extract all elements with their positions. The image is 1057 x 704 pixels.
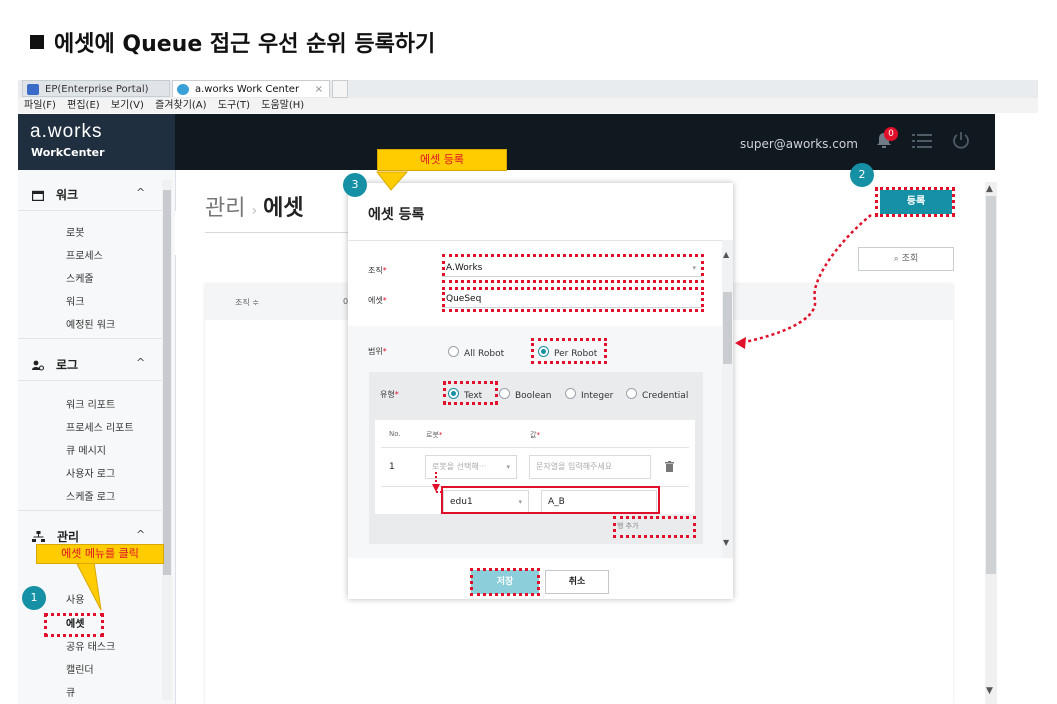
arrow-head	[432, 484, 440, 492]
annotation-arrows	[75, 171, 872, 611]
arrow-register-to-modal	[739, 214, 872, 345]
step-2-badge: 2	[850, 163, 874, 187]
arrow-head	[735, 337, 746, 349]
step-3-badge: 3	[343, 173, 367, 197]
callout-pointer	[375, 171, 409, 191]
callout-asset-register: 에셋 등록	[377, 149, 507, 171]
callout-pointer	[75, 561, 102, 611]
callout-asset-menu: 에셋 메뉴를 클릭	[36, 544, 164, 564]
step-1-badge: 1	[22, 586, 46, 610]
